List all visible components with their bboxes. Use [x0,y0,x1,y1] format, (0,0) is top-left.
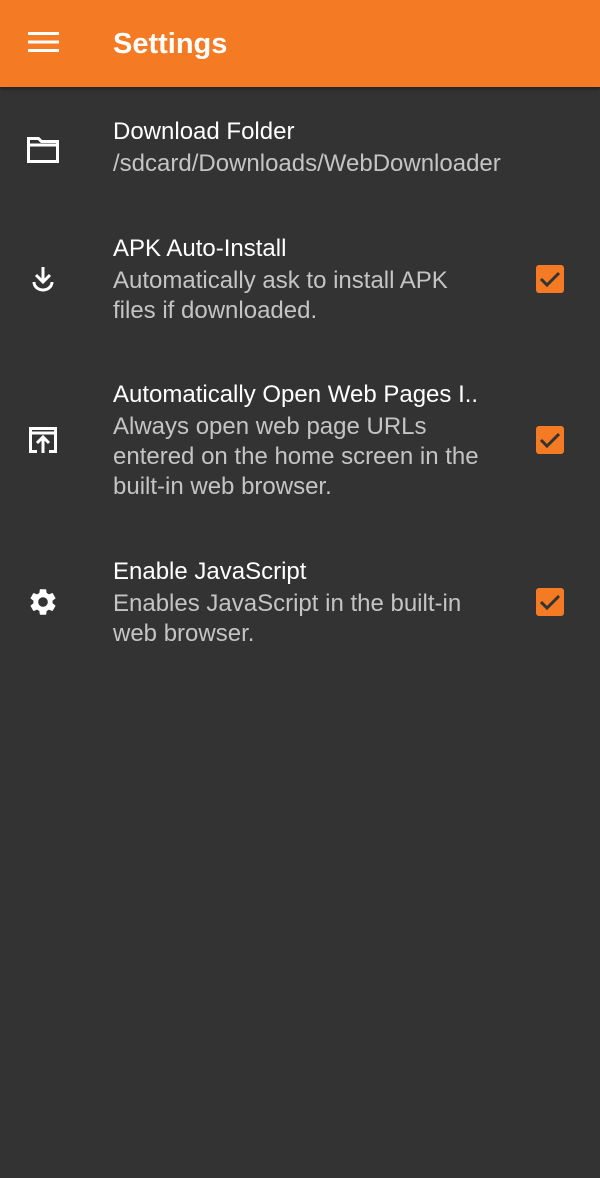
open-in-browser-icon [19,416,67,464]
setting-text: Download Folder /sdcard/Downloads/WebDow… [113,116,501,179]
setting-title: Automatically Open Web Pages I.. [113,381,479,408]
setting-apk-auto-install[interactable]: APK Auto-Install Automatically ask to in… [0,233,600,333]
setting-text: Automatically Open Web Pages I.. Always … [113,379,508,502]
setting-summary: /sdcard/Downloads/WebDownloader [113,150,501,177]
setting-text: Enable JavaScript Enables JavaScript in … [113,556,503,649]
setting-text: APK Auto-Install Automatically ask to in… [113,233,493,326]
download-icon [19,255,67,303]
menu-button[interactable] [16,16,72,72]
setting-summary: Always open web page URLs entered on the… [113,413,479,500]
setting-open-web-pages[interactable]: Automatically Open Web Pages I.. Always … [0,379,600,509]
setting-download-folder[interactable]: Download Folder /sdcard/Downloads/WebDow… [0,116,600,186]
open-web-pages-checkbox[interactable] [536,426,564,454]
setting-title: APK Auto-Install [113,235,287,262]
apk-auto-install-checkbox[interactable] [536,265,564,293]
enable-javascript-checkbox[interactable] [536,588,564,616]
checkmark-icon [539,271,561,288]
setting-summary: Automatically ask to install APK files i… [113,267,448,324]
checkmark-icon [539,432,561,449]
setting-title: Download Folder [113,118,295,145]
folder-icon [19,126,67,174]
page-title: Settings [113,28,228,60]
setting-summary: Enables JavaScript in the built-in web b… [113,590,462,647]
setting-enable-javascript[interactable]: Enable JavaScript Enables JavaScript in … [0,556,600,656]
checkmark-icon [539,594,561,611]
settings-list: Download Folder /sdcard/Downloads/WebDow… [0,87,600,1178]
setting-title: Enable JavaScript [113,558,307,585]
gear-icon [19,578,67,626]
hamburger-menu-icon [28,30,60,59]
app-bar: Settings [0,0,600,87]
